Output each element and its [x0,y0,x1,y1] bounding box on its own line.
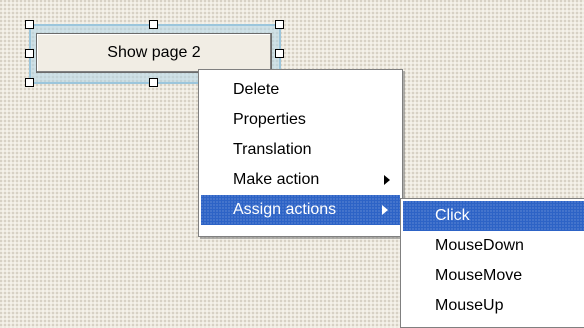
menu-item-label: MouseMove [435,267,523,284]
resize-handle-bottom-left-icon[interactable] [25,78,34,87]
menu-item-translation[interactable]: Translation [199,135,402,165]
resize-handle-bottom-middle-icon[interactable] [149,78,158,87]
menu-item-label: MouseUp [435,297,504,314]
design-canvas[interactable]: Show page 2 Delete Properties Translatio… [0,0,584,328]
menu-item-delete[interactable]: Delete [199,75,402,105]
chevron-right-icon [384,175,390,185]
resize-handle-top-left-icon[interactable] [25,20,34,29]
menu-item-label: Click [435,207,470,224]
assign-actions-submenu: Click MouseDown MouseMove MouseUp [400,198,584,328]
submenu-item-mouseup[interactable]: MouseUp [401,291,584,321]
menu-item-label: MouseDown [435,237,524,254]
menu-item-label: Translation [233,141,312,158]
menu-item-make-action[interactable]: Make action [199,165,402,195]
resize-handle-top-right-icon[interactable] [275,20,284,29]
resize-handle-middle-left-icon[interactable] [25,49,34,58]
menu-item-label: Make action [233,171,320,188]
submenu-item-mousemove[interactable]: MouseMove [401,261,584,291]
menu-item-properties[interactable]: Properties [199,105,402,135]
context-menu: Delete Properties Translation Make actio… [198,69,403,237]
menu-item-label: Delete [233,81,280,98]
menu-item-label: Assign actions [233,201,337,218]
menu-item-label: Properties [233,111,306,128]
resize-handle-top-middle-icon[interactable] [149,20,158,29]
show-page-2-button[interactable]: Show page 2 [36,33,272,73]
chevron-right-icon [382,205,388,215]
button-label: Show page 2 [107,44,201,61]
submenu-item-mousedown[interactable]: MouseDown [401,231,584,261]
menu-item-assign-actions[interactable]: Assign actions [201,195,400,225]
submenu-item-click[interactable]: Click [403,201,584,231]
resize-handle-middle-right-icon[interactable] [275,49,284,58]
